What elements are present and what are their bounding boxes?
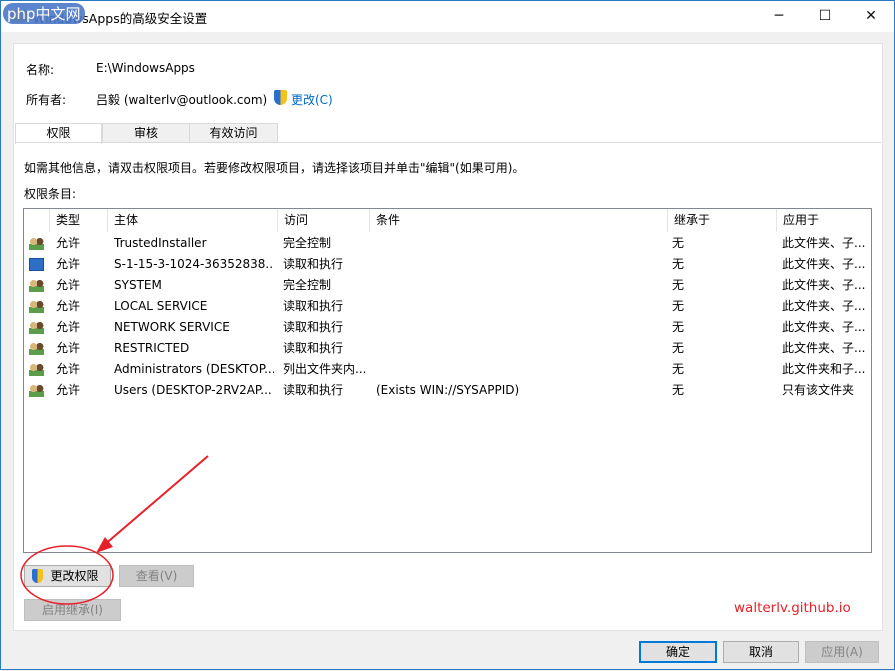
cell-principal: TrustedInstaller bbox=[114, 233, 274, 254]
cell-type: 允许 bbox=[56, 233, 108, 254]
table-row[interactable]: 允许 SYSTEM 完全控制 无此文件夹、子... bbox=[24, 275, 871, 296]
table-row[interactable]: 允许 LOCAL SERVICE 读取和执行 无此文件夹、子... bbox=[24, 296, 871, 317]
name-value: E:\WindowsApps bbox=[96, 61, 195, 75]
tab-auditing[interactable]: 审核 bbox=[102, 123, 190, 143]
cell-access: 完全控制 bbox=[283, 233, 371, 254]
users-icon bbox=[29, 279, 44, 292]
shield-icon bbox=[32, 569, 43, 583]
permission-entries-list[interactable]: 类型 主体 访问 条件 继承于 应用于 允许 TrustedInstaller 完全… bbox=[23, 208, 872, 553]
cell-access: 读取和执行 bbox=[283, 317, 371, 338]
table-row[interactable]: 允许 Users (DESKTOP-2RV2AP... 读取和执行(Exists W… bbox=[24, 380, 871, 401]
cell-applies: 此文件夹、子... bbox=[782, 296, 870, 317]
entries-label: 权限条目: bbox=[24, 185, 76, 202]
users-icon bbox=[29, 300, 44, 313]
shield-icon bbox=[274, 90, 287, 105]
cell-inherited: 无 bbox=[672, 275, 772, 296]
tab-effective-access[interactable]: 有效访问 bbox=[189, 123, 278, 143]
table-row[interactable]: 允许 RESTRICTED 读取和执行 无此文件夹、子... bbox=[24, 338, 871, 359]
owner-label: 所有者: bbox=[26, 91, 66, 108]
cell-principal: NETWORK SERVICE bbox=[114, 317, 274, 338]
view-button[interactable]: 查看(V) bbox=[119, 565, 194, 587]
hint-text: 如需其他信息，请双击权限项目。若要修改权限项目，请选择该项目并单击"编辑"(如果… bbox=[24, 159, 524, 176]
column-access[interactable]: 访问 bbox=[278, 209, 370, 232]
cell-inherited: 无 bbox=[672, 296, 772, 317]
app-package-icon bbox=[29, 258, 44, 271]
minimize-button[interactable]: ─ bbox=[756, 1, 802, 31]
users-icon bbox=[29, 363, 44, 376]
users-icon bbox=[29, 342, 44, 355]
cell-type: 允许 bbox=[56, 275, 108, 296]
cell-access: 读取和执行 bbox=[283, 338, 371, 359]
cell-applies: 只有该文件夹 bbox=[782, 380, 870, 401]
name-label: 名称: bbox=[26, 61, 54, 78]
table-row[interactable]: 允许 S-1-15-3-1024-36352838... 读取和执行 无此文件夹、子.… bbox=[24, 254, 871, 275]
cell-access: 读取和执行 bbox=[283, 254, 371, 275]
table-row[interactable]: 允许 TrustedInstaller 完全控制 无此文件夹、子... bbox=[24, 233, 871, 254]
change-owner-link[interactable]: 更改(C) bbox=[291, 91, 333, 108]
column-applies[interactable]: 应用于 bbox=[777, 209, 871, 232]
cell-inherited: 无 bbox=[672, 317, 772, 338]
cell-type: 允许 bbox=[56, 317, 108, 338]
cell-condition: (Exists WIN://SYSAPPID) bbox=[376, 380, 666, 401]
cancel-button[interactable]: 取消 bbox=[723, 641, 799, 663]
cell-type: 允许 bbox=[56, 254, 108, 275]
cell-access: 完全控制 bbox=[283, 275, 371, 296]
change-permissions-button[interactable]: 更改权限 bbox=[24, 565, 111, 587]
cell-type: 允许 bbox=[56, 359, 108, 380]
enable-inheritance-button[interactable]: 启用继承(I) bbox=[24, 599, 121, 621]
column-condition[interactable]: 条件 bbox=[370, 209, 668, 232]
change-permissions-label: 更改权限 bbox=[50, 569, 98, 583]
table-row[interactable]: 允许 NETWORK SERVICE 读取和执行 无此文件夹、子... bbox=[24, 317, 871, 338]
ok-button[interactable]: 确定 bbox=[639, 641, 717, 663]
cell-principal: S-1-15-3-1024-36352838... bbox=[114, 254, 274, 275]
table-row[interactable]: 允许 Administrators (DESKTOP... 列出文件夹内... 无此文… bbox=[24, 359, 871, 380]
cell-principal: SYSTEM bbox=[114, 275, 274, 296]
column-principal[interactable]: 主体 bbox=[108, 209, 278, 232]
users-icon bbox=[29, 384, 44, 397]
cell-applies: 此文件夹、子... bbox=[782, 317, 870, 338]
cell-principal: RESTRICTED bbox=[114, 338, 274, 359]
owner-value: 吕毅 (walterlv@outlook.com) bbox=[96, 91, 267, 108]
users-icon bbox=[29, 321, 44, 334]
cell-access: 读取和执行 bbox=[283, 296, 371, 317]
column-inherited[interactable]: 继承于 bbox=[668, 209, 777, 232]
cell-principal: Users (DESKTOP-2RV2AP... bbox=[114, 380, 274, 401]
cell-principal: Administrators (DESKTOP... bbox=[114, 359, 274, 380]
apply-button[interactable]: 应用(A) bbox=[805, 641, 879, 663]
cell-type: 允许 bbox=[56, 296, 108, 317]
cell-access: 读取和执行 bbox=[283, 380, 371, 401]
cell-applies: 此文件夹、子... bbox=[782, 275, 870, 296]
cell-inherited: 无 bbox=[672, 254, 772, 275]
cell-applies: 此文件夹和子... bbox=[782, 359, 870, 380]
close-button[interactable]: ✕ bbox=[848, 1, 894, 31]
watermark: walterlv.github.io bbox=[734, 600, 851, 616]
cell-applies: 此文件夹、子... bbox=[782, 233, 870, 254]
cell-access: 列出文件夹内... bbox=[283, 359, 371, 380]
cell-inherited: 无 bbox=[672, 380, 772, 401]
cell-type: 允许 bbox=[56, 380, 108, 401]
column-icon bbox=[24, 209, 50, 232]
tab-permissions[interactable]: 权限 bbox=[15, 123, 102, 144]
users-icon bbox=[29, 237, 44, 250]
column-type[interactable]: 类型 bbox=[50, 209, 108, 232]
maximize-button[interactable]: ☐ bbox=[802, 1, 848, 31]
logo-text: php中文网 bbox=[7, 5, 81, 23]
cell-inherited: 无 bbox=[672, 233, 772, 254]
cell-principal: LOCAL SERVICE bbox=[114, 296, 274, 317]
cell-inherited: 无 bbox=[672, 359, 772, 380]
php-logo: php中文网 bbox=[3, 3, 85, 24]
title-bar: WindowsApps的高级安全设置 ─ ☐ ✕ bbox=[1, 1, 894, 32]
cell-inherited: 无 bbox=[672, 338, 772, 359]
cell-applies: 此文件夹、子... bbox=[782, 254, 870, 275]
cell-type: 允许 bbox=[56, 338, 108, 359]
cell-applies: 此文件夹、子... bbox=[782, 338, 870, 359]
tab-divider bbox=[15, 142, 881, 143]
